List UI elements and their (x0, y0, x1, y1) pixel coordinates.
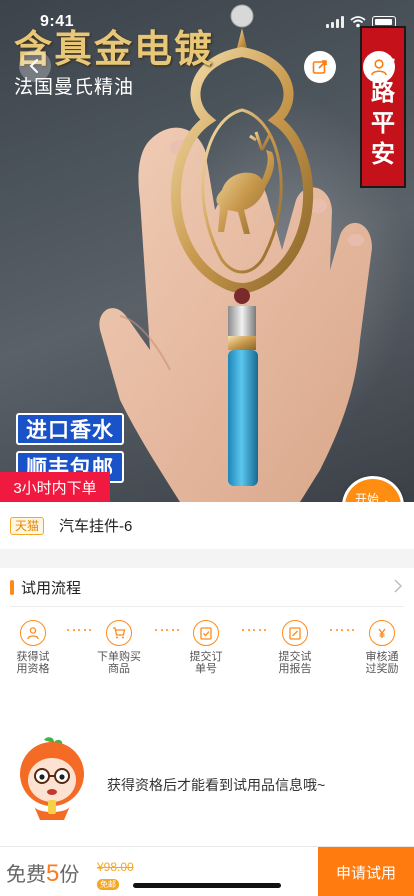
free-unit: 份 (59, 864, 80, 886)
process-step-report: 提交试 用报告 (265, 620, 325, 675)
back-button[interactable] (19, 50, 51, 82)
side-banner: 一 路 平 安 (360, 26, 406, 188)
trial-process-header[interactable]: 试用流程 (10, 568, 404, 607)
mascot-illustration (20, 737, 84, 820)
chevron-right-icon (394, 579, 402, 593)
tmall-badge: 天猫 (10, 516, 45, 535)
user-icon (371, 59, 387, 76)
yen-coin-icon (369, 620, 395, 646)
product-info-row: 天猫 汽车挂件-6 (0, 502, 414, 549)
qualification-message: 获得资格后才能看到试用品信息哦~ (107, 777, 326, 793)
original-price: ¥98.00 (97, 860, 134, 874)
step-label-line2: 过奖励 (365, 663, 399, 675)
step-label-line1: 获得试 (16, 651, 50, 663)
user-icon (20, 620, 46, 646)
edit-report-icon (282, 620, 308, 646)
trial-info-section: 获得资格后才能看到试用品信息哦~ (0, 684, 414, 846)
chevron-left-icon (29, 59, 38, 73)
step-label: 下单购买 商品 (89, 651, 149, 675)
step-label-line1: 提交订 (189, 651, 223, 663)
product-name: 汽车挂件-6 (59, 518, 133, 535)
tag-imported-perfume: 进口香水 (16, 413, 124, 445)
clipboard-check-icon (193, 620, 219, 646)
product-hero-image[interactable]: 9:41 含真金电镀 法国曼氏精油 一 路 平 安 (0, 0, 414, 502)
bottom-action-bar: 免费5份 ¥98.00 免邮 申请试用 (0, 846, 414, 896)
free-quantity: 免费5份 (6, 858, 79, 888)
profile-button[interactable] (363, 51, 395, 83)
trial-process-section: 试用流程 获得试 用资格 下单购买 商品 提交订 单号 提交试 用报告 审核通 … (0, 568, 414, 684)
free-prefix: 免费 (6, 864, 46, 886)
share-button[interactable] (304, 51, 336, 83)
step-connector (67, 629, 91, 633)
trial-process-title: 试用流程 (21, 579, 82, 597)
step-label-line2: 商品 (108, 663, 130, 675)
side-banner-char: 平 (371, 108, 395, 137)
signal-icon (326, 16, 344, 28)
share-edit-icon (312, 60, 327, 74)
step-label-line2: 用报告 (278, 663, 312, 675)
side-banner-char: 安 (371, 139, 395, 168)
free-shipping-badge: 免邮 (97, 879, 119, 890)
step-label-line1: 审核通 (365, 651, 399, 663)
step-label-line1: 下单购买 (97, 651, 141, 663)
step-label: 提交试 用报告 (265, 651, 325, 675)
order-time-badge: 3小时内下单 (0, 472, 110, 502)
step-label-line2: 用资格 (16, 663, 50, 675)
process-step-qualify: 获得试 用资格 (3, 620, 63, 675)
cart-icon (106, 620, 132, 646)
process-step-reward: 审核通 过奖励 (352, 620, 412, 675)
free-count: 5 (46, 860, 60, 887)
step-label-line2: 单号 (195, 663, 217, 675)
process-step-order-number: 提交订 单号 (176, 620, 236, 675)
step-label: 审核通 过奖励 (352, 651, 412, 675)
step-label: 获得试 用资格 (3, 651, 63, 675)
step-label-line1: 提交试 (278, 651, 312, 663)
section-accent-bar (10, 579, 14, 595)
apply-trial-button[interactable]: 申请试用 (318, 847, 414, 896)
step-connector (242, 629, 266, 633)
step-label: 提交订 单号 (176, 651, 236, 675)
home-indicator[interactable] (133, 883, 281, 888)
process-step-purchase: 下单购买 商品 (89, 620, 149, 675)
step-connector (330, 629, 354, 633)
trial-product-page: 9:41 含真金电镀 法国曼氏精油 一 路 平 安 (0, 0, 414, 896)
